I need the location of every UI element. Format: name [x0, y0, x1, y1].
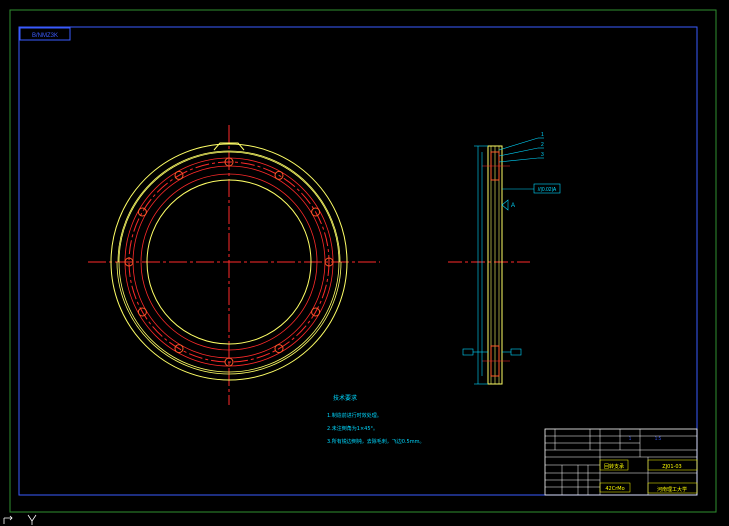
side-leaders [498, 137, 544, 163]
bolt-hole [274, 170, 284, 180]
scale-value: 1:5 [655, 436, 662, 441]
drawing-number: ZJ01-03 [662, 464, 681, 470]
leader-label-3: 3 [541, 152, 544, 158]
ucs-icon [3, 514, 37, 525]
sheet-code: B/NMZ3K [32, 33, 58, 39]
notes-line-2: 2.未注倒角为1×45°。 [327, 425, 378, 432]
datum-label: A [511, 203, 515, 209]
front-view[interactable] [88, 125, 380, 405]
tolerance-callout: //|0.02|A [538, 187, 557, 193]
sheet-inner-border [18, 26, 698, 496]
title-block[interactable]: 回转支承 ZJ01-03 42CrMo 河南理工大学 1:5 1 [544, 428, 698, 496]
datum-marker [501, 199, 509, 211]
notes-line-3: 3.所有锐边倒钝，去除毛刺，飞边0.5mm。 [327, 438, 424, 445]
notes-heading: 技术要求 [333, 394, 357, 402]
bolt-hole [137, 207, 147, 217]
leader-label-2: 2 [541, 142, 544, 148]
bolt-hole [311, 207, 321, 217]
side-view[interactable]: 1 2 3 //|0.02|A A [448, 132, 561, 385]
school-name: 河南理工大学 [657, 486, 687, 493]
technical-notes: 技术要求 1.制造前进行时效处理。 2.未注倒角为1×45°。 3.所有锐边倒钝… [327, 394, 424, 445]
material: 42CrMo [605, 486, 624, 492]
dim-box-left [462, 348, 474, 356]
leader-label-1: 1 [541, 132, 544, 138]
part-name: 回转支承 [604, 463, 624, 470]
sheet-value: 1 [629, 436, 632, 441]
sheet-outer-border [9, 9, 717, 513]
cad-drawing-canvas[interactable]: B/NMZ3K 1 2 3 //|0.02|A A 技术要求 1.制造前进行时效… [0, 0, 729, 526]
dim-box-right [510, 348, 522, 356]
notes-line-1: 1.制造前进行时效处理。 [327, 412, 382, 419]
